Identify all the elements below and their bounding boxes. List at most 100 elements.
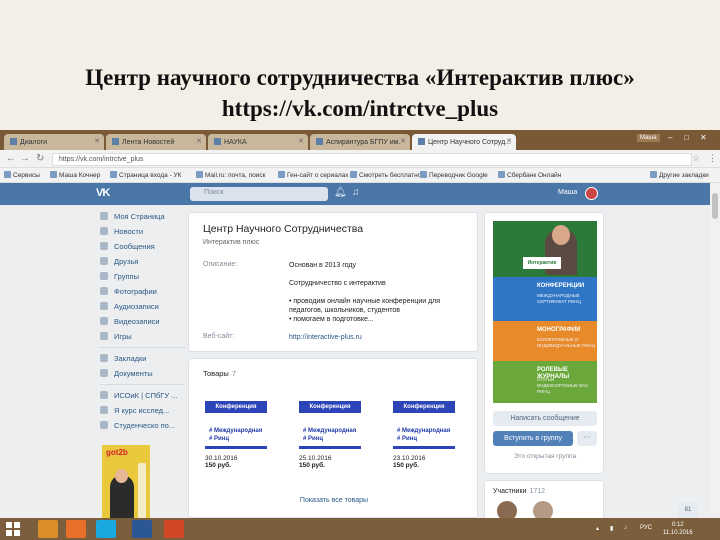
scrollbar-thumb[interactable]	[712, 193, 718, 219]
menu-friends[interactable]: Друзья	[100, 257, 138, 266]
tab-center[interactable]: Центр Научного Сотруд... ✕	[412, 134, 516, 150]
menu-label: Студенческо по...	[114, 421, 176, 430]
menu-groups[interactable]: Группы	[100, 272, 139, 281]
bookmark-services[interactable]: Сервисы	[4, 171, 40, 179]
media-player-icon[interactable]	[66, 520, 86, 538]
close-icon[interactable]: ✕	[196, 137, 202, 145]
menu-games[interactable]: Игры	[100, 332, 132, 341]
clock[interactable]: 0:12 11.10.2016	[663, 521, 693, 537]
show-all-goods-link[interactable]: Показать все товары	[189, 497, 479, 504]
word-icon[interactable]	[132, 520, 152, 538]
menu-label: Аудиозаписи	[114, 302, 159, 311]
start-button-icon[interactable]	[6, 522, 20, 536]
message-icon	[100, 242, 108, 250]
poster-block: МОНОГРАФИИ КОЛЛЕКТИВНЫЕ И ИНДИВИДУАЛЬНЫЕ…	[493, 321, 597, 361]
menu-community[interactable]: ИСОиК | СПбГУ ...	[100, 391, 177, 400]
join-group-button[interactable]: Вступить в группу	[493, 431, 573, 446]
close-icon[interactable]: ✕	[400, 137, 406, 145]
music-icon[interactable]: ♫	[352, 187, 360, 198]
volume-icon[interactable]: ♪	[624, 525, 627, 531]
goods-item[interactable]: Конференция # Международная # Ринц 23.10.…	[393, 389, 455, 469]
menu-community[interactable]: Студенческо по...	[100, 421, 175, 430]
clock-date: 11.10.2016	[663, 530, 693, 536]
bookmark-item[interactable]: Страница входа - УК	[110, 171, 181, 179]
close-icon[interactable]: ✕	[94, 137, 100, 145]
vk-logo-icon[interactable]: VK	[96, 187, 110, 199]
explorer-icon[interactable]	[38, 520, 58, 538]
tab-label: Аспирантура БГПУ им.	[326, 139, 401, 146]
goods-item[interactable]: Конференция # Международная # Ринц 25.10.…	[299, 389, 361, 469]
close-window-icon[interactable]: ✕	[700, 133, 707, 142]
menu-label: ИСОиК | СПбГУ ...	[114, 391, 178, 400]
minimize-icon[interactable]: –	[668, 133, 672, 142]
bookmark-label: Ген-сайт о сериалах	[287, 172, 349, 179]
menu-community[interactable]: Я курс исслед...	[100, 406, 169, 415]
menu-my-page[interactable]: Моя Страница	[100, 212, 165, 221]
games-icon	[100, 332, 108, 340]
poster-block-sub: МЕЖДУНАРОДНЫЕ СЕРТИФИКАТ РИНЦ	[537, 293, 581, 304]
bookmark-item[interactable]: Переводчик Google	[420, 171, 488, 179]
scrollbar[interactable]	[710, 183, 720, 513]
friends-counter-tab[interactable]: 81	[678, 502, 698, 518]
tab-dialogs[interactable]: Диалоги ✕	[4, 134, 104, 150]
bookmark-item[interactable]: Маша Кочнер	[50, 171, 100, 179]
bell-icon[interactable]: 🔔︎	[334, 187, 347, 198]
members-title[interactable]: Участники 1712	[493, 488, 545, 495]
menu-label: Группы	[114, 272, 139, 281]
menu-label: Видеозаписи	[114, 317, 160, 326]
bank-icon	[498, 171, 505, 178]
language-indicator[interactable]: РУС	[640, 525, 652, 531]
bookmark-other[interactable]: Другие закладки	[650, 171, 709, 179]
goods-underline	[205, 446, 267, 449]
window-user: Маша	[637, 134, 660, 142]
menu-label: Новости	[114, 227, 144, 236]
goods-item[interactable]: Конференция # Международная # Ринц 30.10.…	[205, 389, 267, 469]
tray-arrow-icon[interactable]: ▴	[596, 525, 599, 532]
vk-search-input[interactable]: Поиск	[190, 187, 328, 201]
menu-label: Друзья	[114, 257, 139, 266]
goods-tag: # Ринц	[397, 436, 418, 442]
goods-title[interactable]: Товары 7	[203, 369, 236, 378]
avatar[interactable]	[585, 187, 598, 200]
poster-block-sub: СТАТЬИ ИНДЕКСИРУЕМЫЕ ВАК РИНЦ	[537, 377, 588, 394]
website-link[interactable]: http://interactive-plus.ru	[289, 333, 459, 342]
back-icon[interactable]: ←	[6, 153, 16, 164]
friends-icon	[100, 257, 108, 265]
group-poster-image[interactable]: Интерактив плюс КОНФЕРЕНЦИИ МЕЖДУНАРОДНЫ…	[493, 221, 597, 403]
tab-aspirantura[interactable]: Аспирантура БГПУ им. ✕	[310, 134, 410, 150]
menu-label: Я курс исслед...	[114, 406, 170, 415]
star-icon[interactable]: ☆	[692, 153, 700, 164]
menu-photos[interactable]: Фотографии	[100, 287, 157, 296]
maximize-icon[interactable]: □	[684, 133, 689, 142]
bookmark-item[interactable]: Mail.ru: почта, поиск	[196, 171, 265, 179]
url-input[interactable]: https://vk.com/intrctve_plus	[52, 153, 692, 166]
star-icon	[100, 354, 108, 362]
close-icon[interactable]: ✕	[298, 137, 304, 145]
bookmark-item[interactable]: Ген-сайт о сериалах	[278, 171, 349, 179]
menu-icon[interactable]: ⋮	[708, 153, 717, 164]
goods-underline	[393, 446, 455, 449]
info-label: Описание:	[203, 261, 238, 268]
tab-label: Центр Научного Сотруд...	[428, 139, 511, 146]
powerpoint-icon[interactable]	[164, 520, 184, 538]
skype-icon[interactable]	[96, 520, 116, 538]
tab-science[interactable]: НАУКА ✕	[208, 134, 308, 150]
reload-icon[interactable]: ↻	[36, 153, 44, 164]
tab-news[interactable]: Лента Новостей ✕	[106, 134, 206, 150]
bookmark-item[interactable]: Сбербанк Онлайн	[498, 171, 561, 179]
more-actions-button[interactable]: ···	[577, 431, 597, 446]
send-message-button[interactable]: Написать сообщение	[493, 411, 597, 426]
folder-icon	[650, 171, 657, 178]
menu-documents[interactable]: Документы	[100, 369, 153, 378]
header-user-name[interactable]: Маша	[558, 189, 577, 196]
menu-bookmarks[interactable]: Закладки	[100, 354, 146, 363]
groups-icon	[100, 391, 108, 399]
network-icon[interactable]: ▮	[610, 525, 613, 532]
menu-news[interactable]: Новости	[100, 227, 143, 236]
menu-audio[interactable]: Аудиозаписи	[100, 302, 159, 311]
bookmark-item[interactable]: Смотреть бесплатно	[350, 171, 421, 179]
menu-messages[interactable]: Сообщения	[100, 242, 155, 251]
menu-video[interactable]: Видеозаписи	[100, 317, 160, 326]
forward-icon[interactable]: →	[20, 153, 30, 164]
close-icon[interactable]: ✕	[506, 137, 512, 145]
